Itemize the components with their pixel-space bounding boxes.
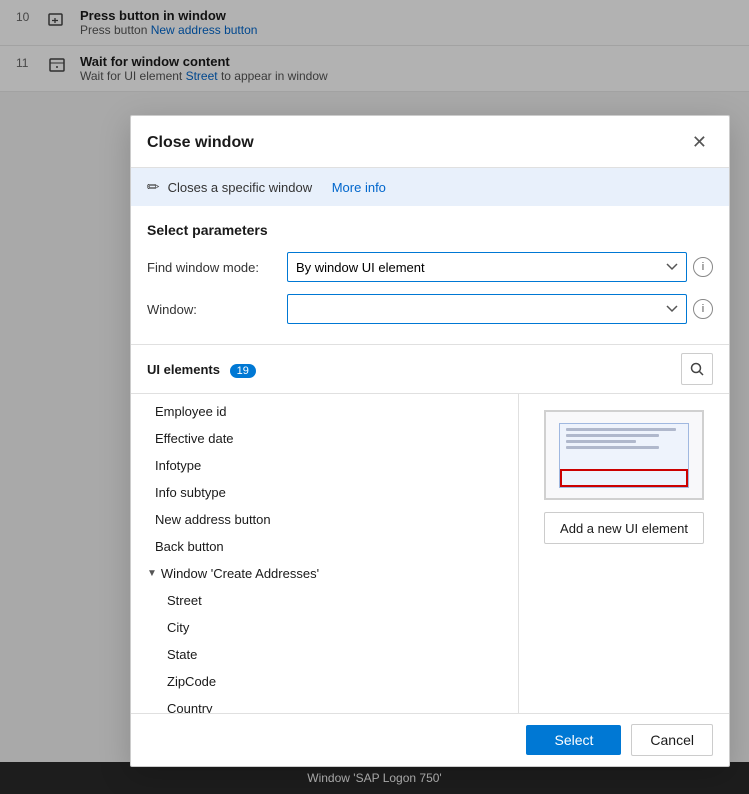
list-item[interactable]: Infotype <box>131 452 518 479</box>
window-control: i <box>287 294 713 324</box>
main-content: Employee id Effective date Infotype Info… <box>131 393 729 713</box>
more-info-link[interactable]: More info <box>332 180 386 195</box>
tree-group-children: Street City State ZipCode Country Save b… <box>131 587 518 713</box>
list-item[interactable]: Country <box>131 695 518 713</box>
list-item[interactable]: Employee id <box>131 398 518 425</box>
group-label: Window 'Create Addresses' <box>161 566 319 581</box>
preview-line <box>566 434 659 437</box>
tree-group-create-addresses[interactable]: ▼ Window 'Create Addresses' <box>131 560 518 587</box>
info-banner: ✎ Closes a specific window More info <box>131 168 729 206</box>
info-text: Closes a specific window <box>168 180 313 195</box>
info-pencil-icon: ✎ <box>142 176 164 198</box>
preview-red-border <box>560 469 688 487</box>
list-item[interactable]: State <box>131 641 518 668</box>
close-window-modal: Close window ✕ ✎ Closes a specific windo… <box>130 115 730 767</box>
preview-line <box>566 446 659 449</box>
ui-elements-bar: UI elements 19 <box>131 344 729 393</box>
window-info-button[interactable]: i <box>693 299 713 319</box>
preview-box <box>544 410 704 500</box>
modal-header: Close window ✕ <box>131 116 729 168</box>
ui-elements-badge: 19 <box>230 364 256 378</box>
window-row: Window: i <box>147 294 713 324</box>
find-window-mode-row: Find window mode: By window UI element i <box>147 252 713 282</box>
window-label: Window: <box>147 302 277 317</box>
tree-list[interactable]: Employee id Effective date Infotype Info… <box>131 394 519 713</box>
list-item[interactable]: New address button <box>131 506 518 533</box>
preview-lines <box>560 424 688 456</box>
window-select[interactable] <box>287 294 687 324</box>
select-button[interactable]: Select <box>526 725 621 755</box>
list-item[interactable]: Info subtype <box>131 479 518 506</box>
preview-inner <box>559 423 689 488</box>
cancel-button[interactable]: Cancel <box>631 724 713 756</box>
list-item[interactable]: Back button <box>131 533 518 560</box>
add-ui-element-button[interactable]: Add a new UI element <box>544 512 704 544</box>
find-window-mode-control: By window UI element i <box>287 252 713 282</box>
preview-line <box>566 440 636 443</box>
params-title: Select parameters <box>147 222 713 238</box>
right-panel: Add a new UI element <box>519 394 729 713</box>
find-window-mode-select[interactable]: By window UI element <box>287 252 687 282</box>
list-item[interactable]: Effective date <box>131 425 518 452</box>
ui-elements-label-group: UI elements 19 <box>147 362 256 377</box>
list-item[interactable]: ZipCode <box>131 668 518 695</box>
find-window-mode-info-button[interactable]: i <box>693 257 713 277</box>
modal-title: Close window <box>147 134 254 152</box>
find-window-mode-label: Find window mode: <box>147 260 277 275</box>
params-section: Select parameters Find window mode: By w… <box>131 206 729 344</box>
chevron-down-icon: ▼ <box>147 568 157 579</box>
list-item[interactable]: City <box>131 614 518 641</box>
list-item[interactable]: Street <box>131 587 518 614</box>
search-icon <box>690 362 704 376</box>
modal-close-button[interactable]: ✕ <box>686 130 713 155</box>
modal-footer: Select Cancel <box>131 713 729 766</box>
search-button[interactable] <box>681 353 713 385</box>
preview-line <box>566 428 676 431</box>
ui-elements-label: UI elements <box>147 362 220 377</box>
